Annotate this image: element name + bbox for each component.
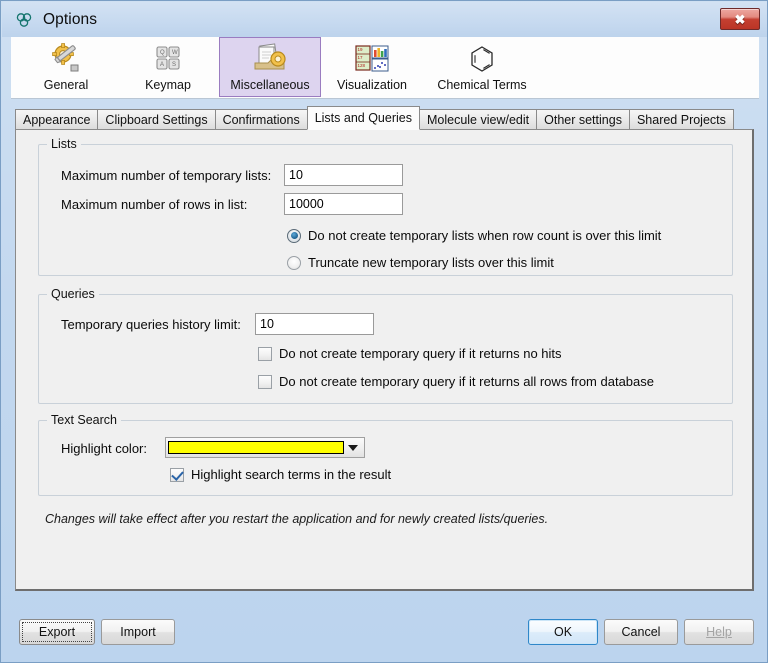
svg-text:Q: Q bbox=[160, 50, 165, 56]
window-title: Options bbox=[43, 10, 98, 28]
svg-text:17: 17 bbox=[358, 55, 364, 60]
checkbox-label: Highlight search terms in the result bbox=[191, 467, 392, 482]
tab-other-settings[interactable]: Other settings bbox=[536, 109, 630, 130]
cancel-button-label: Cancel bbox=[621, 625, 661, 639]
max-rows-in-list-input[interactable] bbox=[284, 193, 403, 215]
max-rows-in-list-label: Maximum number of rows in list: bbox=[61, 197, 248, 212]
help-button[interactable]: Help bbox=[684, 619, 754, 645]
checkbox-indicator[interactable] bbox=[258, 346, 272, 361]
max-temporary-lists-input[interactable] bbox=[284, 164, 403, 186]
toolbar-item-label: Visualization bbox=[337, 78, 407, 92]
tab-label: Other settings bbox=[544, 112, 622, 127]
tab-lists-and-queries[interactable]: Lists and Queries bbox=[306, 106, 420, 130]
benzene-ring-icon bbox=[462, 41, 502, 77]
close-icon: ✖ bbox=[734, 11, 746, 27]
title-bar: Options ✖ bbox=[2, 2, 767, 37]
close-button[interactable]: ✖ bbox=[720, 8, 760, 30]
tab-label: Shared Projects bbox=[636, 112, 726, 127]
text-search-groupbox: Text Search Highlight color: Highlight s… bbox=[38, 413, 733, 496]
table-chart-icon: 19 17 128 bbox=[352, 41, 392, 77]
tab-label: Appearance bbox=[23, 112, 91, 127]
temporary-queries-history-limit-input[interactable] bbox=[255, 313, 374, 335]
toolbar-item-miscellaneous[interactable]: Miscellaneous bbox=[219, 37, 321, 97]
temporary-queries-history-limit-label: Temporary queries history limit: bbox=[61, 317, 241, 332]
export-button[interactable]: Export bbox=[19, 619, 95, 645]
toolbar-item-label: Chemical Terms bbox=[437, 78, 527, 92]
checkbox-indicator[interactable] bbox=[258, 374, 272, 389]
cancel-button[interactable]: Cancel bbox=[604, 619, 678, 645]
import-button-label: Import bbox=[120, 625, 156, 639]
checkbox-all-rows-query[interactable]: Do not create temporary query if it retu… bbox=[258, 374, 654, 389]
tab-clipboard-settings[interactable]: Clipboard Settings bbox=[97, 109, 216, 130]
tab-label: Clipboard Settings bbox=[105, 112, 208, 127]
toolbar-item-label: Miscellaneous bbox=[230, 78, 310, 92]
gear-wrench-icon bbox=[46, 41, 86, 77]
ok-button[interactable]: OK bbox=[528, 619, 598, 645]
tab-molecule-view-edit[interactable]: Molecule view/edit bbox=[418, 109, 538, 130]
checkbox-no-hits-query[interactable]: Do not create temporary query if it retu… bbox=[258, 346, 562, 361]
checkbox-highlight-search-terms[interactable]: Highlight search terms in the result bbox=[170, 467, 391, 482]
svg-text:A: A bbox=[160, 62, 164, 68]
toolbar-item-keymap[interactable]: Q W A S Keymap bbox=[117, 37, 219, 97]
highlight-color-swatch bbox=[168, 441, 344, 454]
keyboard-keys-icon: Q W A S bbox=[148, 41, 188, 77]
max-temporary-lists-label: Maximum number of temporary lists: bbox=[61, 168, 272, 183]
tab-appearance[interactable]: Appearance bbox=[15, 109, 99, 130]
tab-confirmations[interactable]: Confirmations bbox=[214, 109, 308, 130]
options-dialog: Options ✖ General Q W A S Keymap Miscell… bbox=[0, 0, 768, 663]
radio-label: Truncate new temporary lists over this l… bbox=[308, 255, 554, 270]
restart-note: Changes will take effect after you resta… bbox=[45, 512, 549, 526]
checkbox-label: Do not create temporary query if it retu… bbox=[279, 374, 654, 389]
toolbar-item-label: Keymap bbox=[145, 78, 191, 92]
settings-tabstrip: Appearance Clipboard Settings Confirmati… bbox=[15, 106, 734, 130]
lists-group-title: Lists bbox=[47, 137, 81, 151]
tab-label: Molecule view/edit bbox=[426, 112, 530, 127]
highlight-color-combobox[interactable] bbox=[165, 437, 365, 458]
svg-text:W: W bbox=[172, 50, 178, 56]
queries-groupbox: Queries Temporary queries history limit:… bbox=[38, 287, 733, 404]
radio-label: Do not create temporary lists when row c… bbox=[308, 228, 662, 243]
toolbar-item-visualization[interactable]: 19 17 128 Visualization bbox=[321, 37, 423, 97]
chevron-down-icon[interactable] bbox=[344, 444, 362, 451]
highlight-color-label: Highlight color: bbox=[61, 441, 147, 456]
help-button-label: Help bbox=[706, 625, 732, 639]
toolbar-item-chemical-terms[interactable]: Chemical Terms bbox=[423, 37, 541, 97]
radio-do-not-create-over-limit[interactable]: Do not create temporary lists when row c… bbox=[287, 228, 661, 243]
documents-gear-icon bbox=[250, 41, 290, 77]
lists-and-queries-panel: Lists Maximum number of temporary lists:… bbox=[15, 129, 754, 591]
dialog-button-bar: Export Import OK Cancel Help bbox=[2, 601, 767, 662]
toolbar-item-label: General bbox=[43, 78, 89, 92]
lists-groupbox: Lists Maximum number of temporary lists:… bbox=[38, 137, 733, 276]
svg-text:19: 19 bbox=[358, 47, 364, 52]
tab-label: Confirmations bbox=[222, 112, 300, 127]
text-search-group-title: Text Search bbox=[47, 413, 122, 427]
checkbox-label: Do not create temporary query if it retu… bbox=[279, 346, 562, 361]
category-toolbar: General Q W A S Keymap Miscellaneous 19 17… bbox=[11, 37, 759, 99]
toolbar-divider bbox=[11, 98, 759, 99]
radio-truncate-over-limit[interactable]: Truncate new temporary lists over this l… bbox=[287, 255, 554, 270]
radio-indicator[interactable] bbox=[287, 255, 301, 270]
toolbar-item-general[interactable]: General bbox=[15, 37, 117, 97]
queries-group-title: Queries bbox=[47, 287, 99, 301]
radio-indicator[interactable] bbox=[287, 228, 301, 243]
ok-button-label: OK bbox=[553, 625, 573, 639]
molecule-icon bbox=[16, 12, 32, 27]
svg-text:128: 128 bbox=[358, 63, 366, 68]
svg-text:S: S bbox=[172, 62, 176, 68]
tab-label: Lists and Queries bbox=[314, 111, 412, 125]
checkbox-indicator[interactable] bbox=[170, 467, 184, 482]
export-button-label: Export bbox=[38, 625, 76, 639]
import-button[interactable]: Import bbox=[101, 619, 175, 645]
tab-shared-projects[interactable]: Shared Projects bbox=[628, 109, 734, 130]
